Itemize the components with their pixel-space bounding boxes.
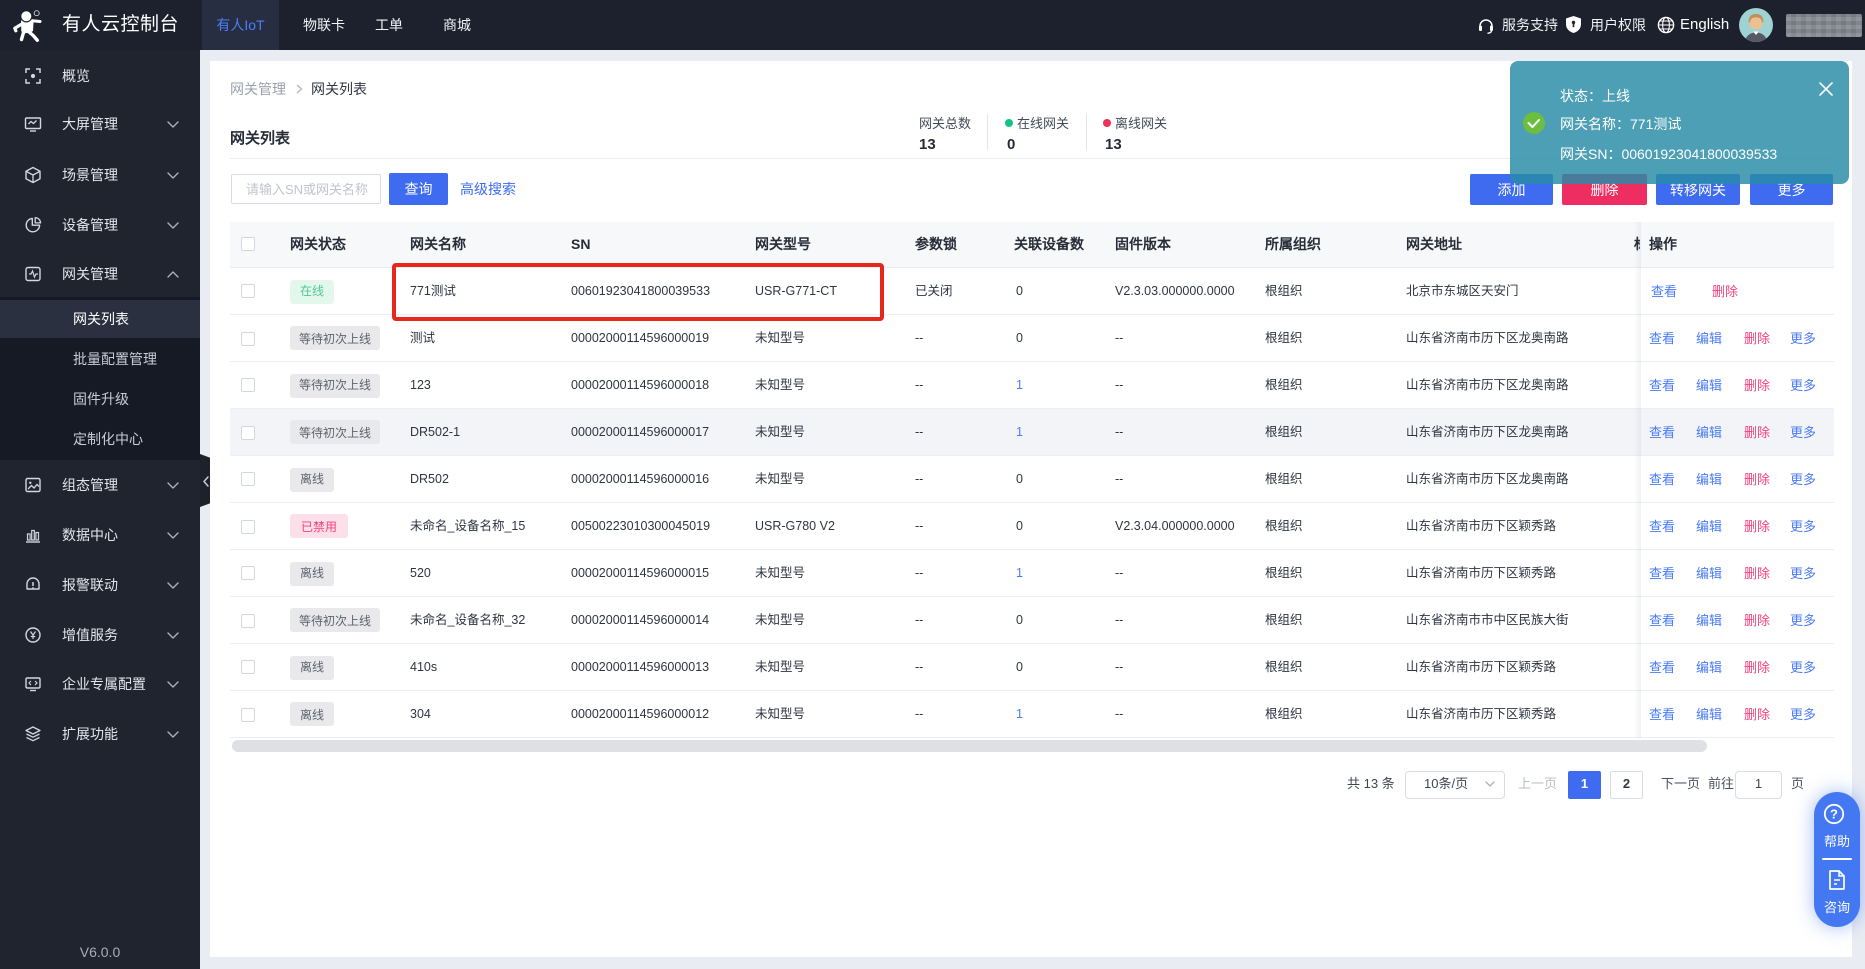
- svg-text:?: ?: [1830, 807, 1838, 822]
